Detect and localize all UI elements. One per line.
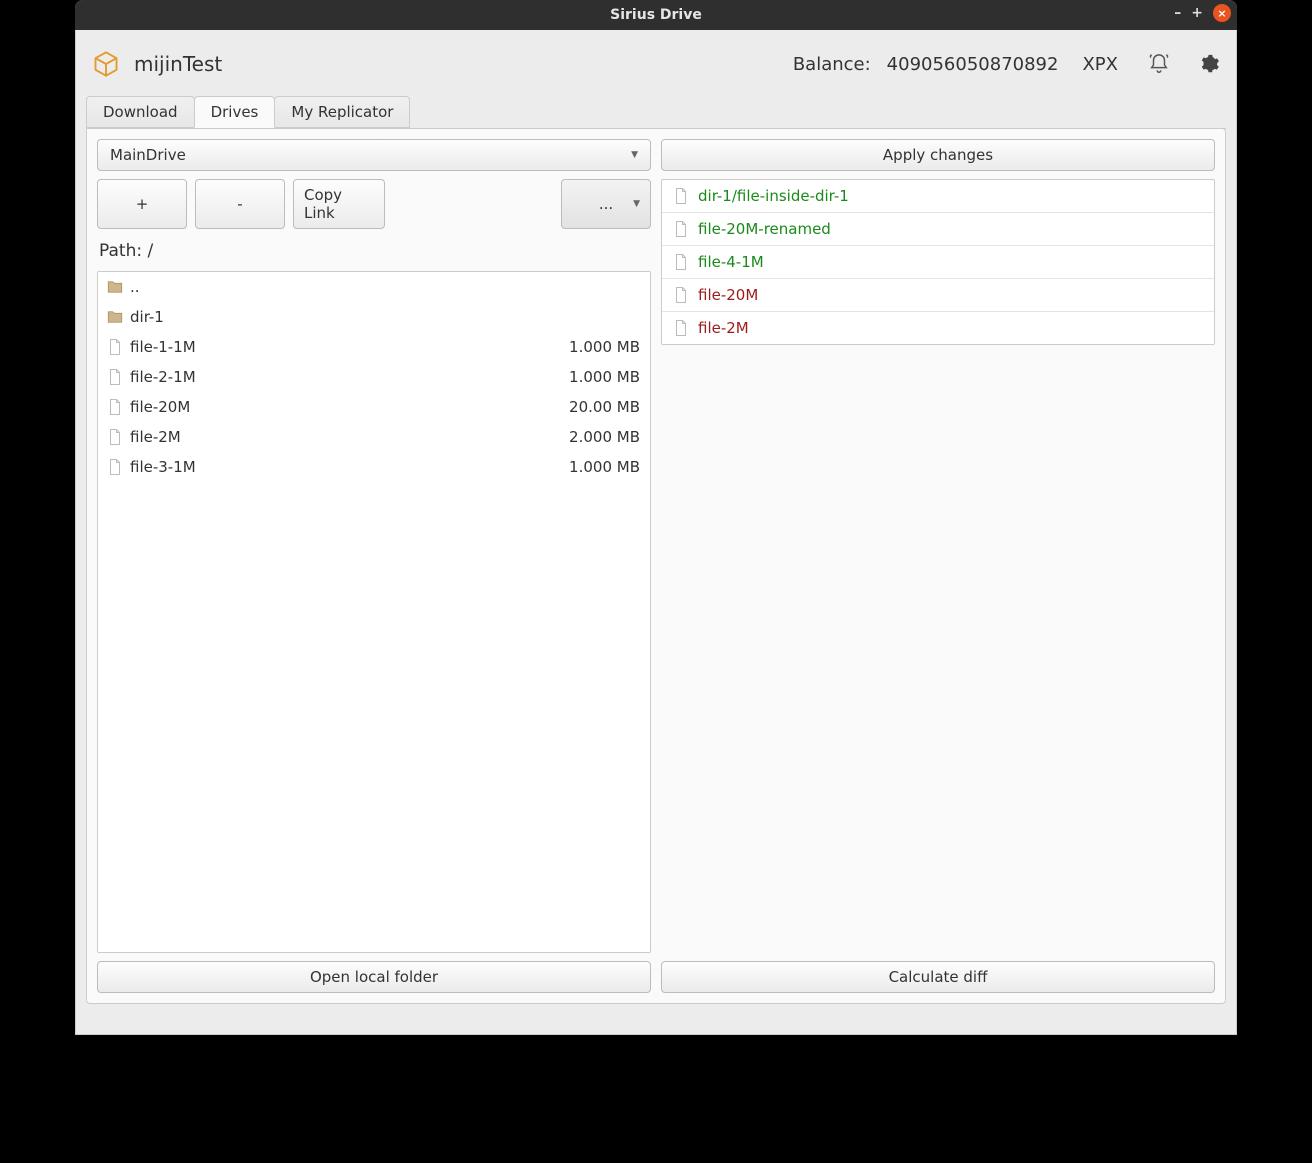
add-button[interactable]: + bbox=[97, 179, 187, 229]
tab-content: MainDrive ▼ + - Copy Link ... ▼ Path: / bbox=[86, 128, 1226, 1004]
file-icon bbox=[672, 220, 690, 238]
change-name: file-20M-renamed bbox=[698, 220, 831, 238]
chevron-down-icon: ▼ bbox=[633, 199, 640, 209]
file-icon bbox=[106, 338, 124, 356]
open-local-folder-button[interactable]: Open local folder bbox=[97, 961, 651, 993]
file-row[interactable]: file-2M 2.000 MB bbox=[98, 422, 650, 452]
balance-label: Balance: bbox=[793, 54, 871, 75]
maximize-button[interactable]: + bbox=[1191, 5, 1203, 21]
path-label: Path: / bbox=[97, 237, 651, 263]
change-name: dir-1/file-inside-dir-1 bbox=[698, 187, 849, 205]
file-row[interactable]: dir-1 bbox=[98, 302, 650, 332]
close-button[interactable]: × bbox=[1213, 4, 1231, 22]
change-row[interactable]: file-2M bbox=[662, 312, 1214, 344]
gear-icon[interactable] bbox=[1198, 53, 1220, 75]
file-size: 1.000 MB bbox=[398, 362, 650, 392]
file-name: file-3-1M bbox=[130, 458, 196, 476]
file-size: 20.00 MB bbox=[398, 392, 650, 422]
copy-link-button[interactable]: Copy Link bbox=[293, 179, 385, 229]
file-size: 1.000 MB bbox=[398, 332, 650, 362]
tab-my-replicator[interactable]: My Replicator bbox=[274, 96, 410, 128]
change-row[interactable]: file-20M bbox=[662, 279, 1214, 312]
calculate-diff-button[interactable]: Calculate diff bbox=[661, 961, 1215, 993]
titlebar: Sirius Drive – + × bbox=[75, 0, 1237, 30]
change-name: file-2M bbox=[698, 319, 749, 337]
change-row[interactable]: file-4-1M bbox=[662, 246, 1214, 279]
file-icon bbox=[672, 187, 690, 205]
file-row[interactable]: file-20M 20.00 MB bbox=[98, 392, 650, 422]
file-icon bbox=[106, 428, 124, 446]
apply-changes-button[interactable]: Apply changes bbox=[661, 139, 1215, 171]
tabs: Download Drives My Replicator bbox=[86, 96, 1226, 129]
change-name: file-4-1M bbox=[698, 253, 764, 271]
minimize-button[interactable]: – bbox=[1174, 5, 1181, 21]
file-row[interactable]: file-2-1M 1.000 MB bbox=[98, 362, 650, 392]
balance-value: 409056050870892 bbox=[887, 54, 1059, 75]
file-icon bbox=[106, 458, 124, 476]
file-size bbox=[398, 302, 650, 332]
remove-button[interactable]: - bbox=[195, 179, 285, 229]
change-name: file-20M bbox=[698, 286, 758, 304]
change-row[interactable]: file-20M-renamed bbox=[662, 213, 1214, 246]
file-size bbox=[398, 272, 650, 302]
more-menu-button[interactable]: ... ▼ bbox=[561, 179, 651, 229]
file-row[interactable]: .. bbox=[98, 272, 650, 302]
file-name: file-2M bbox=[130, 428, 181, 446]
window-title: Sirius Drive bbox=[610, 7, 702, 23]
tab-drives[interactable]: Drives bbox=[194, 96, 276, 128]
changes-list: dir-1/file-inside-dir-1 file-20M-renamed f… bbox=[661, 179, 1215, 345]
folder-icon bbox=[106, 278, 124, 296]
drive-select[interactable]: MainDrive ▼ bbox=[97, 139, 651, 171]
app-header: mijinTest Balance: 409056050870892 XPX bbox=[86, 40, 1226, 96]
bell-icon[interactable] bbox=[1148, 53, 1170, 75]
file-icon bbox=[672, 319, 690, 337]
chevron-down-icon: ▼ bbox=[631, 150, 638, 160]
file-row[interactable]: file-1-1M 1.000 MB bbox=[98, 332, 650, 362]
file-size: 1.000 MB bbox=[398, 452, 650, 482]
file-icon bbox=[672, 253, 690, 271]
app-logo-icon bbox=[92, 50, 120, 78]
file-name: dir-1 bbox=[130, 308, 164, 326]
balance-unit: XPX bbox=[1082, 54, 1118, 75]
tab-download[interactable]: Download bbox=[86, 96, 195, 128]
file-icon bbox=[672, 286, 690, 304]
file-size: 2.000 MB bbox=[398, 422, 650, 452]
folder-icon bbox=[106, 308, 124, 326]
file-icon bbox=[106, 398, 124, 416]
file-name: file-2-1M bbox=[130, 368, 196, 386]
file-name: file-1-1M bbox=[130, 338, 196, 356]
file-row[interactable]: file-3-1M 1.000 MB bbox=[98, 452, 650, 482]
file-icon bbox=[106, 368, 124, 386]
change-row[interactable]: dir-1/file-inside-dir-1 bbox=[662, 180, 1214, 213]
file-list[interactable]: .. dir-1 file-1-1M 1.000 MB file-2-1M 1.000 M… bbox=[97, 271, 651, 953]
file-name: .. bbox=[130, 278, 140, 296]
app-name: mijinTest bbox=[134, 52, 222, 76]
file-name: file-20M bbox=[130, 398, 190, 416]
drive-select-value: MainDrive bbox=[110, 146, 186, 164]
